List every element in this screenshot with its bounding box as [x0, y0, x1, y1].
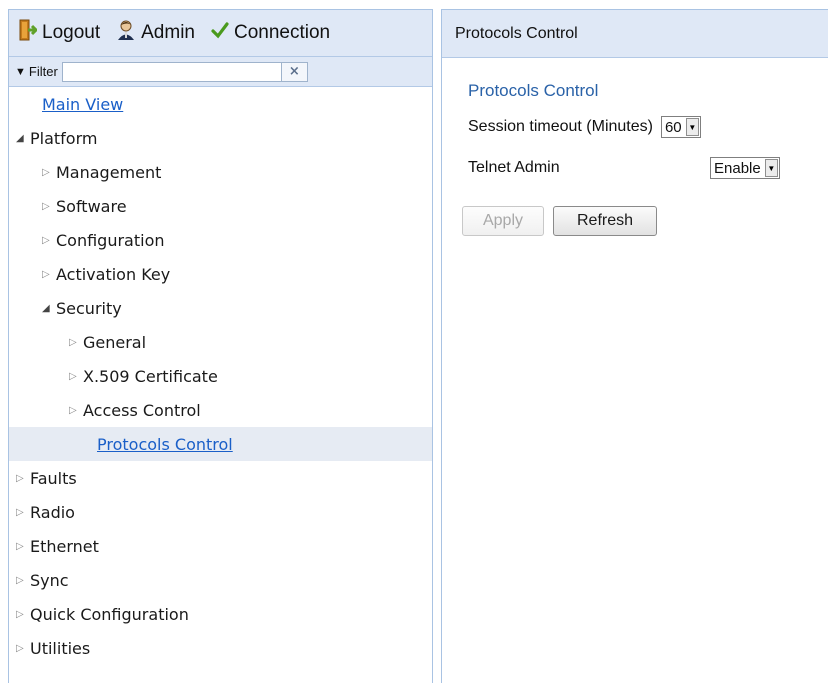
tree-item-label: Management [56, 162, 162, 182]
panel-header-title: Protocols Control [455, 24, 578, 42]
tree-item-label: General [83, 332, 147, 352]
telnet-admin-select[interactable]: Enable ▼ [710, 157, 780, 179]
tree-item-security[interactable]: ◢ Security [9, 291, 432, 325]
dropdown-arrow-icon: ▼ [764, 159, 778, 177]
tree-item-label: Protocols Control [97, 434, 233, 454]
expanded-arrow-icon: ◢ [16, 132, 24, 144]
tree-item-label: Sync [30, 570, 69, 590]
connection-label: Connection [233, 22, 331, 43]
navigation-tree: Main View ◢ Platform ▷ Management ▷ Soft… [9, 87, 432, 665]
tree-item-utilities[interactable]: ▷ Utilities [9, 631, 432, 665]
tree-item-radio[interactable]: ▷ Radio [9, 495, 432, 529]
logout-label: Logout [42, 22, 101, 43]
session-timeout-row: Session timeout (Minutes) 60 ▼ [468, 116, 701, 138]
collapsed-arrow-icon: ▷ [16, 608, 24, 620]
tree-item-x509-certificate[interactable]: ▷ X.509 Certificate [9, 359, 432, 393]
tree-item-quick-configuration[interactable]: ▷ Quick Configuration [9, 597, 432, 631]
collapsed-arrow-icon: ▷ [42, 200, 50, 212]
tree-item-label: X.509 Certificate [83, 366, 218, 386]
admin-user-icon [116, 19, 141, 47]
tree-item-software[interactable]: ▷ Software [9, 189, 432, 223]
filter-toggle[interactable]: ▼ Filter [15, 64, 58, 79]
dropdown-arrow-icon: ▼ [685, 118, 699, 136]
tree-item-label: Faults [30, 468, 77, 488]
collapsed-arrow-icon: ▷ [16, 540, 24, 552]
tree-item-label: Platform [30, 128, 98, 148]
connection-button[interactable]: Connection [211, 21, 330, 45]
refresh-button[interactable]: Refresh [553, 206, 657, 236]
collapsed-arrow-icon: ▷ [69, 370, 77, 382]
collapsed-arrow-icon: ▷ [16, 574, 24, 586]
clear-filter-button[interactable]: × [281, 61, 308, 82]
expanded-arrow-icon: ◢ [42, 302, 50, 314]
top-toolbar: Logout Admin Connection [9, 10, 432, 57]
tree-item-label: Activation Key [56, 264, 171, 284]
session-timeout-select[interactable]: 60 ▼ [660, 116, 701, 138]
collapsed-arrow-icon: ▷ [42, 268, 50, 280]
telnet-admin-row: Telnet Admin Enable ▼ [468, 157, 780, 179]
admin-button[interactable]: Admin [116, 19, 195, 47]
filter-label: Filter [28, 64, 58, 79]
collapsed-arrow-icon: ▷ [16, 642, 24, 654]
tree-item-protocols-control[interactable]: Protocols Control [9, 427, 432, 461]
navigation-pane: Logout Admin Connection ▼ Filter × Main … [8, 9, 433, 683]
apply-label: Apply [482, 212, 524, 229]
tree-item-general[interactable]: ▷ General [9, 325, 432, 359]
tree-item-main-view[interactable]: Main View [9, 87, 432, 121]
telnet-admin-value: Enable [714, 159, 761, 177]
tree-item-label: Security [56, 298, 122, 318]
tree-item-activation-key[interactable]: ▷ Activation Key [9, 257, 432, 291]
content-pane: Protocols Control Protocols Control Sess… [441, 9, 828, 683]
section-title: Protocols Control [468, 81, 599, 100]
tree-item-faults[interactable]: ▷ Faults [9, 461, 432, 495]
collapsed-arrow-icon: ▷ [16, 506, 24, 518]
apply-button[interactable]: Apply [462, 206, 544, 236]
tree-item-label: Ethernet [30, 536, 99, 556]
telnet-admin-label: Telnet Admin [468, 159, 560, 176]
checkmark-icon [211, 21, 234, 45]
filter-input[interactable] [61, 61, 282, 82]
tree-item-label: Configuration [56, 230, 165, 250]
session-timeout-label: Session timeout (Minutes) [468, 118, 653, 135]
triangle-down-icon: ▼ [15, 65, 26, 78]
tree-item-label: Software [56, 196, 127, 216]
tree-item-label: Quick Configuration [30, 604, 189, 624]
logout-button[interactable]: Logout [19, 19, 100, 47]
collapsed-arrow-icon: ▷ [42, 166, 50, 178]
tree-item-management[interactable]: ▷ Management [9, 155, 432, 189]
tree-item-configuration[interactable]: ▷ Configuration [9, 223, 432, 257]
tree-item-label: Main View [42, 94, 124, 114]
session-timeout-value: 60 [664, 118, 682, 136]
tree-item-platform[interactable]: ◢ Platform [9, 121, 432, 155]
tree-item-access-control[interactable]: ▷ Access Control [9, 393, 432, 427]
close-icon: × [288, 64, 300, 79]
collapsed-arrow-icon: ▷ [42, 234, 50, 246]
panel-header: Protocols Control [442, 10, 828, 58]
tree-item-label: Radio [30, 502, 75, 522]
collapsed-arrow-icon: ▷ [69, 336, 77, 348]
refresh-label: Refresh [576, 212, 634, 229]
collapsed-arrow-icon: ▷ [16, 472, 24, 484]
tree-item-ethernet[interactable]: ▷ Ethernet [9, 529, 432, 563]
tree-item-label: Utilities [30, 638, 91, 658]
admin-label: Admin [141, 22, 195, 43]
collapsed-arrow-icon: ▷ [69, 404, 77, 416]
tree-item-label: Access Control [83, 400, 201, 420]
logout-door-icon [19, 19, 42, 47]
filter-bar: ▼ Filter × [9, 57, 432, 87]
tree-item-sync[interactable]: ▷ Sync [9, 563, 432, 597]
